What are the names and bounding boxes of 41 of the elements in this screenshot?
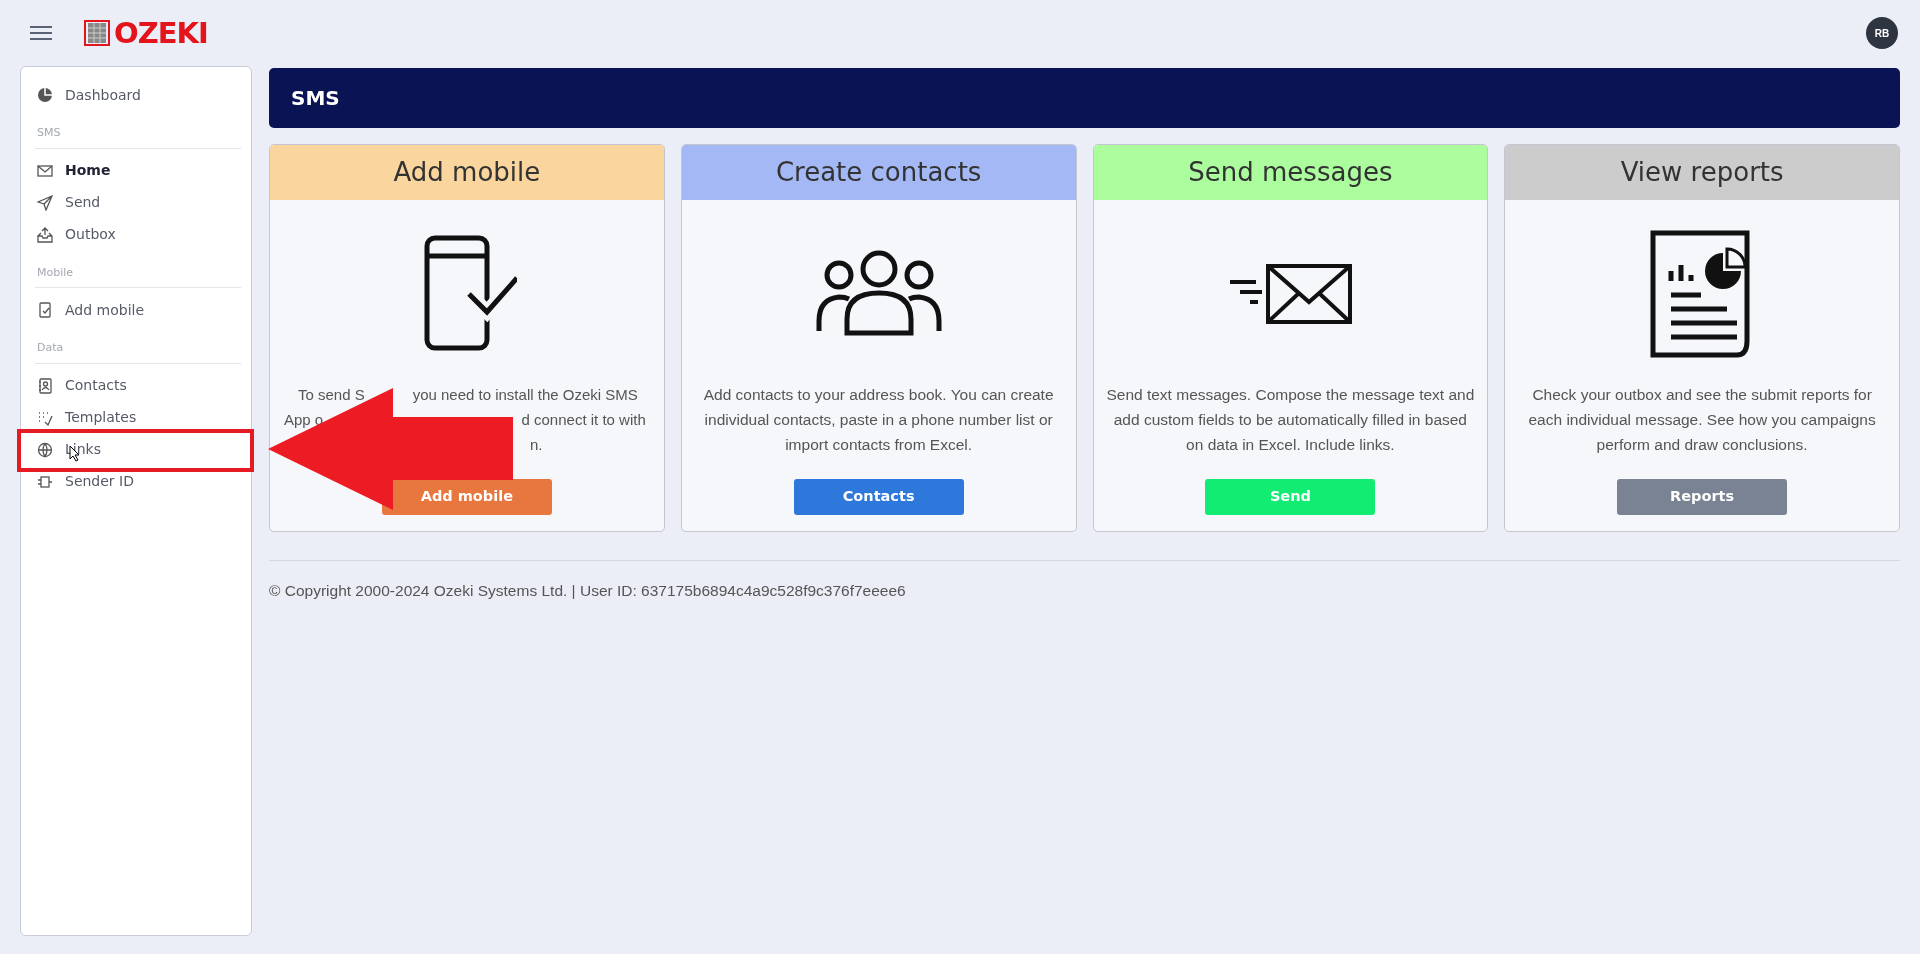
card-button[interactable]: Reports xyxy=(1617,479,1788,515)
sidebar-item[interactable]: Send xyxy=(35,186,241,219)
section-heading: SMS xyxy=(35,121,241,149)
description-fragment: you need to install the Ozeki SMS xyxy=(412,385,638,405)
card-title: Add mobile xyxy=(270,145,664,200)
envelope-icon xyxy=(37,162,53,179)
address-book-icon xyxy=(37,377,53,394)
card-description: Check your outbox and see the submit reports for each individual message. See how you campaigns perform and draw conclusions. xyxy=(1527,385,1877,455)
phone-check-icon xyxy=(37,302,53,318)
sidebar-item[interactable]: Outbox xyxy=(35,218,241,251)
outbox-icon xyxy=(37,226,53,243)
globe-icon xyxy=(37,441,53,458)
card-button[interactable]: Contacts xyxy=(793,479,964,515)
sidebar-item[interactable]: Add mobile xyxy=(35,294,241,326)
footer-text: © Copyright 2000-2024 Ozeki Systems Ltd. | User ID: 637175b6894c4a9c528f9c376f7eeee6 xyxy=(269,560,1900,603)
envelope-icon xyxy=(1228,262,1353,326)
card-title: Send messages xyxy=(1093,145,1488,200)
menu-icon[interactable] xyxy=(30,26,52,40)
user-avatar[interactable]: RB xyxy=(1866,17,1898,49)
sidebar-item[interactable]: Home xyxy=(35,154,241,187)
sidebar-item[interactable]: Templates xyxy=(35,401,241,434)
page-title: SMS xyxy=(269,68,1900,128)
section-heading: Data xyxy=(35,336,241,364)
card-description: Send text messages. Compose the message text and add custom fields to be automatically filled in based on data in Excel. Include links. xyxy=(1105,385,1476,455)
card-description: Add contacts to your address book. You can create individual contacts, paste in a phone number list or import contacts from Excel. xyxy=(702,385,1055,455)
card-title: View reports xyxy=(1505,145,1899,200)
sidebar-item[interactable]: Sender ID xyxy=(35,465,241,498)
brand-name: OZEKI xyxy=(114,18,208,48)
description-fragment: d connect it to with xyxy=(521,410,646,430)
description-fragment: n. xyxy=(530,435,543,455)
id-tag-icon xyxy=(37,473,53,490)
people-icon xyxy=(814,249,943,339)
description-fragment: To send S xyxy=(298,385,365,405)
pie-chart-icon xyxy=(37,87,53,103)
section-heading: Mobile xyxy=(35,260,241,288)
dotted-check-icon xyxy=(37,409,53,426)
sidebar-item[interactable]: Contacts xyxy=(35,369,241,402)
logo-icon xyxy=(84,20,110,46)
sidebar-item[interactable]: Dashboard xyxy=(35,79,241,111)
send-icon xyxy=(37,194,53,211)
card-title: Create contacts xyxy=(681,145,1076,200)
